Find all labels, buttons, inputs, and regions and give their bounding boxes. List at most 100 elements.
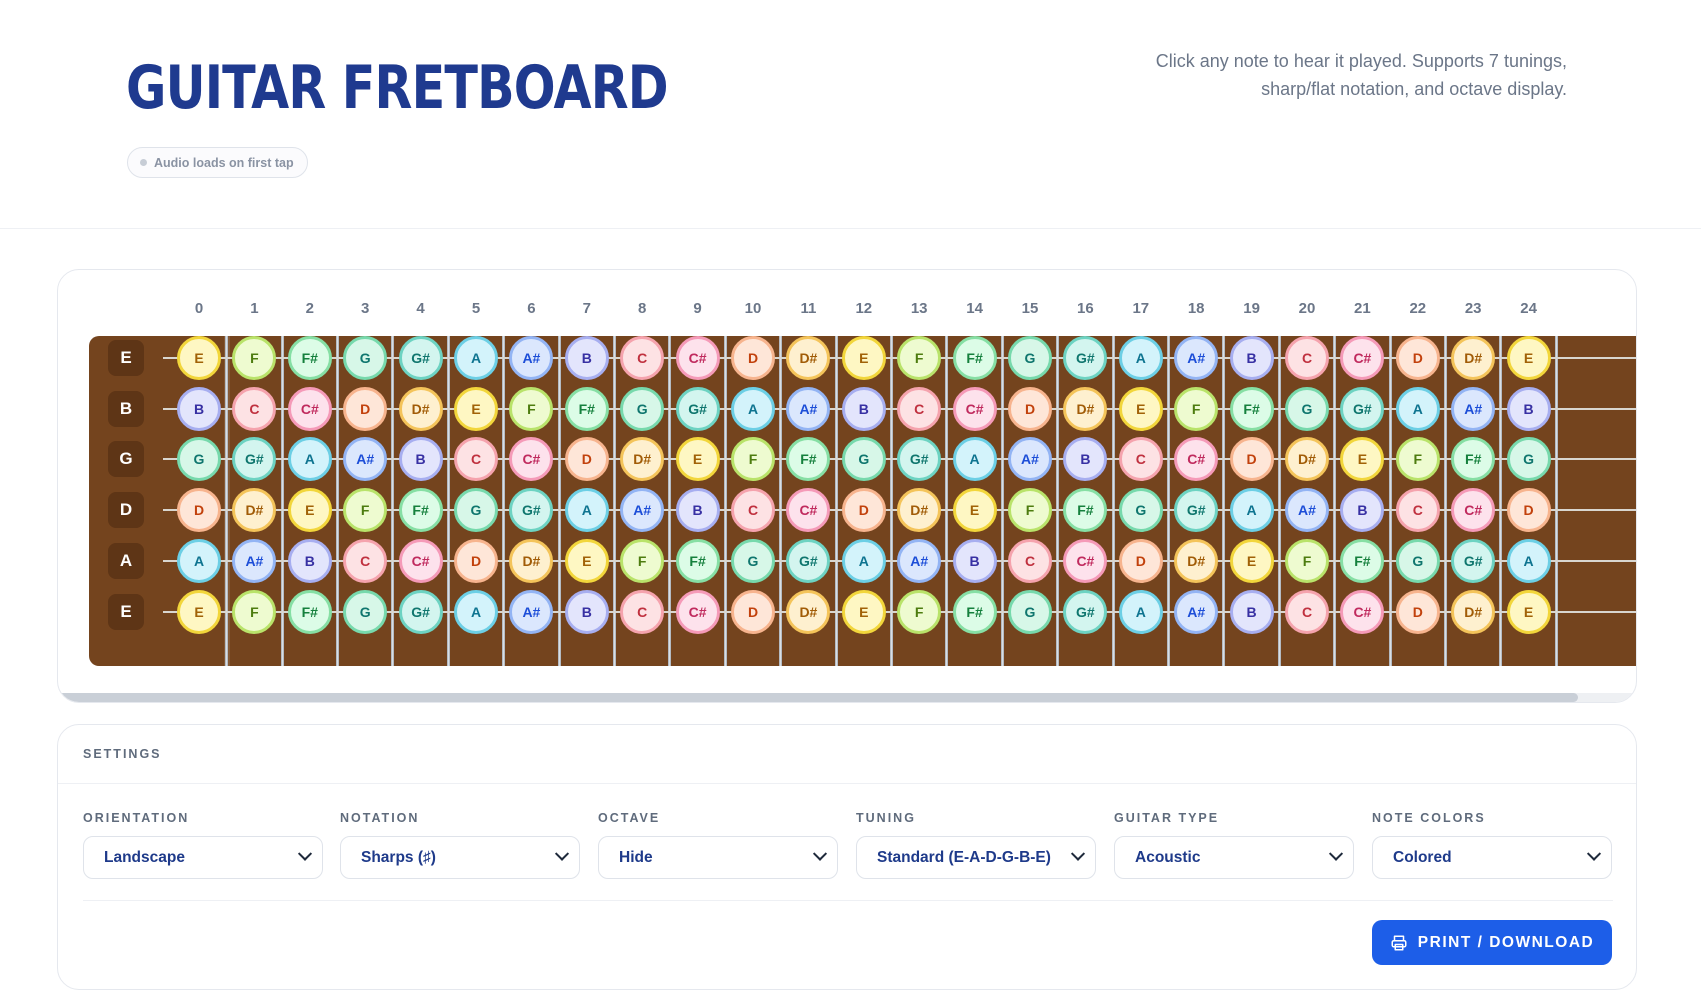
note-button[interactable]: E: [1506, 589, 1551, 634]
note-button[interactable]: F#: [1229, 386, 1274, 431]
note-button[interactable]: C#: [509, 437, 554, 482]
note-button[interactable]: A#: [1174, 589, 1219, 634]
note-button[interactable]: D: [731, 336, 775, 380]
note-button[interactable]: A#: [1008, 437, 1052, 482]
tuning-select[interactable]: Standard (E-A-D-G-B-E): [856, 836, 1096, 879]
note-button[interactable]: F: [1395, 437, 1440, 482]
note-button[interactable]: F#: [952, 589, 997, 634]
note-button[interactable]: D#: [897, 488, 942, 533]
note-button[interactable]: B: [952, 538, 997, 583]
note-button[interactable]: E: [841, 589, 886, 634]
note-button[interactable]: D: [731, 589, 775, 634]
note-button[interactable]: A#: [1451, 386, 1496, 431]
note-button[interactable]: C: [1008, 538, 1052, 583]
note-button[interactable]: B: [1229, 589, 1274, 634]
note-button[interactable]: G#: [509, 488, 554, 533]
note-button[interactable]: F: [1285, 538, 1329, 583]
note-button[interactable]: D: [1008, 386, 1052, 431]
print-download-button[interactable]: PRINT / DOWNLOAD: [1372, 920, 1612, 965]
note-button[interactable]: B: [675, 488, 720, 533]
note-button[interactable]: D: [841, 488, 886, 533]
note-button[interactable]: F#: [287, 589, 332, 634]
note-button[interactable]: A: [952, 437, 997, 482]
note-button[interactable]: G: [177, 437, 221, 482]
note-button[interactable]: A: [1506, 538, 1551, 583]
note-button[interactable]: G#: [398, 336, 443, 380]
note-button[interactable]: G: [1395, 538, 1440, 583]
note-button[interactable]: G: [731, 538, 775, 583]
note-button[interactable]: G#: [675, 386, 720, 431]
notation-select[interactable]: Sharps (♯): [340, 836, 580, 879]
note-button[interactable]: G: [620, 386, 665, 431]
note-button[interactable]: G#: [1451, 538, 1496, 583]
note-button[interactable]: F#: [1340, 538, 1385, 583]
note-button[interactable]: G: [343, 336, 388, 380]
note-button[interactable]: E: [287, 488, 332, 533]
note-button[interactable]: C#: [1451, 488, 1496, 533]
note-button[interactable]: B: [287, 538, 332, 583]
note-button[interactable]: A#: [620, 488, 665, 533]
note-button[interactable]: F#: [952, 336, 997, 380]
note-button[interactable]: D#: [232, 488, 277, 533]
note-button[interactable]: G: [1285, 386, 1329, 431]
octave-select[interactable]: Hide: [598, 836, 838, 879]
note-button[interactable]: B: [1063, 437, 1108, 482]
note-button[interactable]: F#: [675, 538, 720, 583]
note-button[interactable]: G#: [1174, 488, 1219, 533]
note-button[interactable]: E: [564, 538, 609, 583]
note-button[interactable]: F#: [786, 437, 831, 482]
note-button[interactable]: C: [343, 538, 388, 583]
note-button[interactable]: A#: [343, 437, 388, 482]
note-button[interactable]: D#: [1285, 437, 1329, 482]
note-button[interactable]: C: [897, 386, 942, 431]
note-button[interactable]: F: [232, 336, 277, 380]
note-button[interactable]: A#: [786, 386, 831, 431]
note-button[interactable]: G#: [232, 437, 277, 482]
note-button[interactable]: F: [897, 336, 942, 380]
note-button[interactable]: C: [731, 488, 775, 533]
note-button[interactable]: E: [1506, 336, 1551, 380]
note-button[interactable]: G#: [1063, 336, 1108, 380]
note-button[interactable]: A#: [509, 589, 554, 634]
note-button[interactable]: D#: [1063, 386, 1108, 431]
note-button[interactable]: E: [1118, 386, 1163, 431]
note-button[interactable]: G#: [897, 437, 942, 482]
note-button[interactable]: G: [343, 589, 388, 634]
note-colors-select[interactable]: Colored: [1372, 836, 1612, 879]
note-button[interactable]: E: [1340, 437, 1385, 482]
note-button[interactable]: C: [454, 437, 498, 482]
note-button[interactable]: E: [177, 589, 221, 634]
note-button[interactable]: D#: [509, 538, 554, 583]
note-button[interactable]: E: [454, 386, 498, 431]
note-button[interactable]: D: [177, 488, 221, 533]
note-button[interactable]: D: [1506, 488, 1551, 533]
note-button[interactable]: A#: [509, 336, 554, 380]
note-button[interactable]: A#: [232, 538, 277, 583]
note-button[interactable]: C#: [952, 386, 997, 431]
note-button[interactable]: D#: [620, 437, 665, 482]
note-button[interactable]: B: [1340, 488, 1385, 533]
horizontal-scrollbar[interactable]: [58, 693, 1636, 702]
note-button[interactable]: C: [232, 386, 277, 431]
note-button[interactable]: F#: [287, 336, 332, 380]
note-button[interactable]: C#: [786, 488, 831, 533]
note-button[interactable]: A#: [897, 538, 942, 583]
note-button[interactable]: F: [731, 437, 775, 482]
note-button[interactable]: D#: [1174, 538, 1219, 583]
note-button[interactable]: D: [343, 386, 388, 431]
note-button[interactable]: C: [620, 589, 665, 634]
note-button[interactable]: C#: [675, 336, 720, 380]
note-button[interactable]: D#: [786, 336, 831, 380]
note-button[interactable]: C#: [1340, 589, 1385, 634]
fretboard-scroll-area[interactable]: 0 1 2 3 4 5 6 7 8 9 10 11 12 13 14 15 16 17 18 19 20 21 22 23 24…: [58, 270, 1636, 702]
note-button[interactable]: C#: [675, 589, 720, 634]
note-button[interactable]: F: [620, 538, 665, 583]
note-button[interactable]: E: [952, 488, 997, 533]
note-button[interactable]: C: [1285, 336, 1329, 380]
note-button[interactable]: D: [454, 538, 498, 583]
note-button[interactable]: E: [177, 336, 221, 380]
note-button[interactable]: A: [731, 386, 775, 431]
note-button[interactable]: C: [620, 336, 665, 380]
note-button[interactable]: F: [232, 589, 277, 634]
note-button[interactable]: G: [1008, 336, 1052, 380]
